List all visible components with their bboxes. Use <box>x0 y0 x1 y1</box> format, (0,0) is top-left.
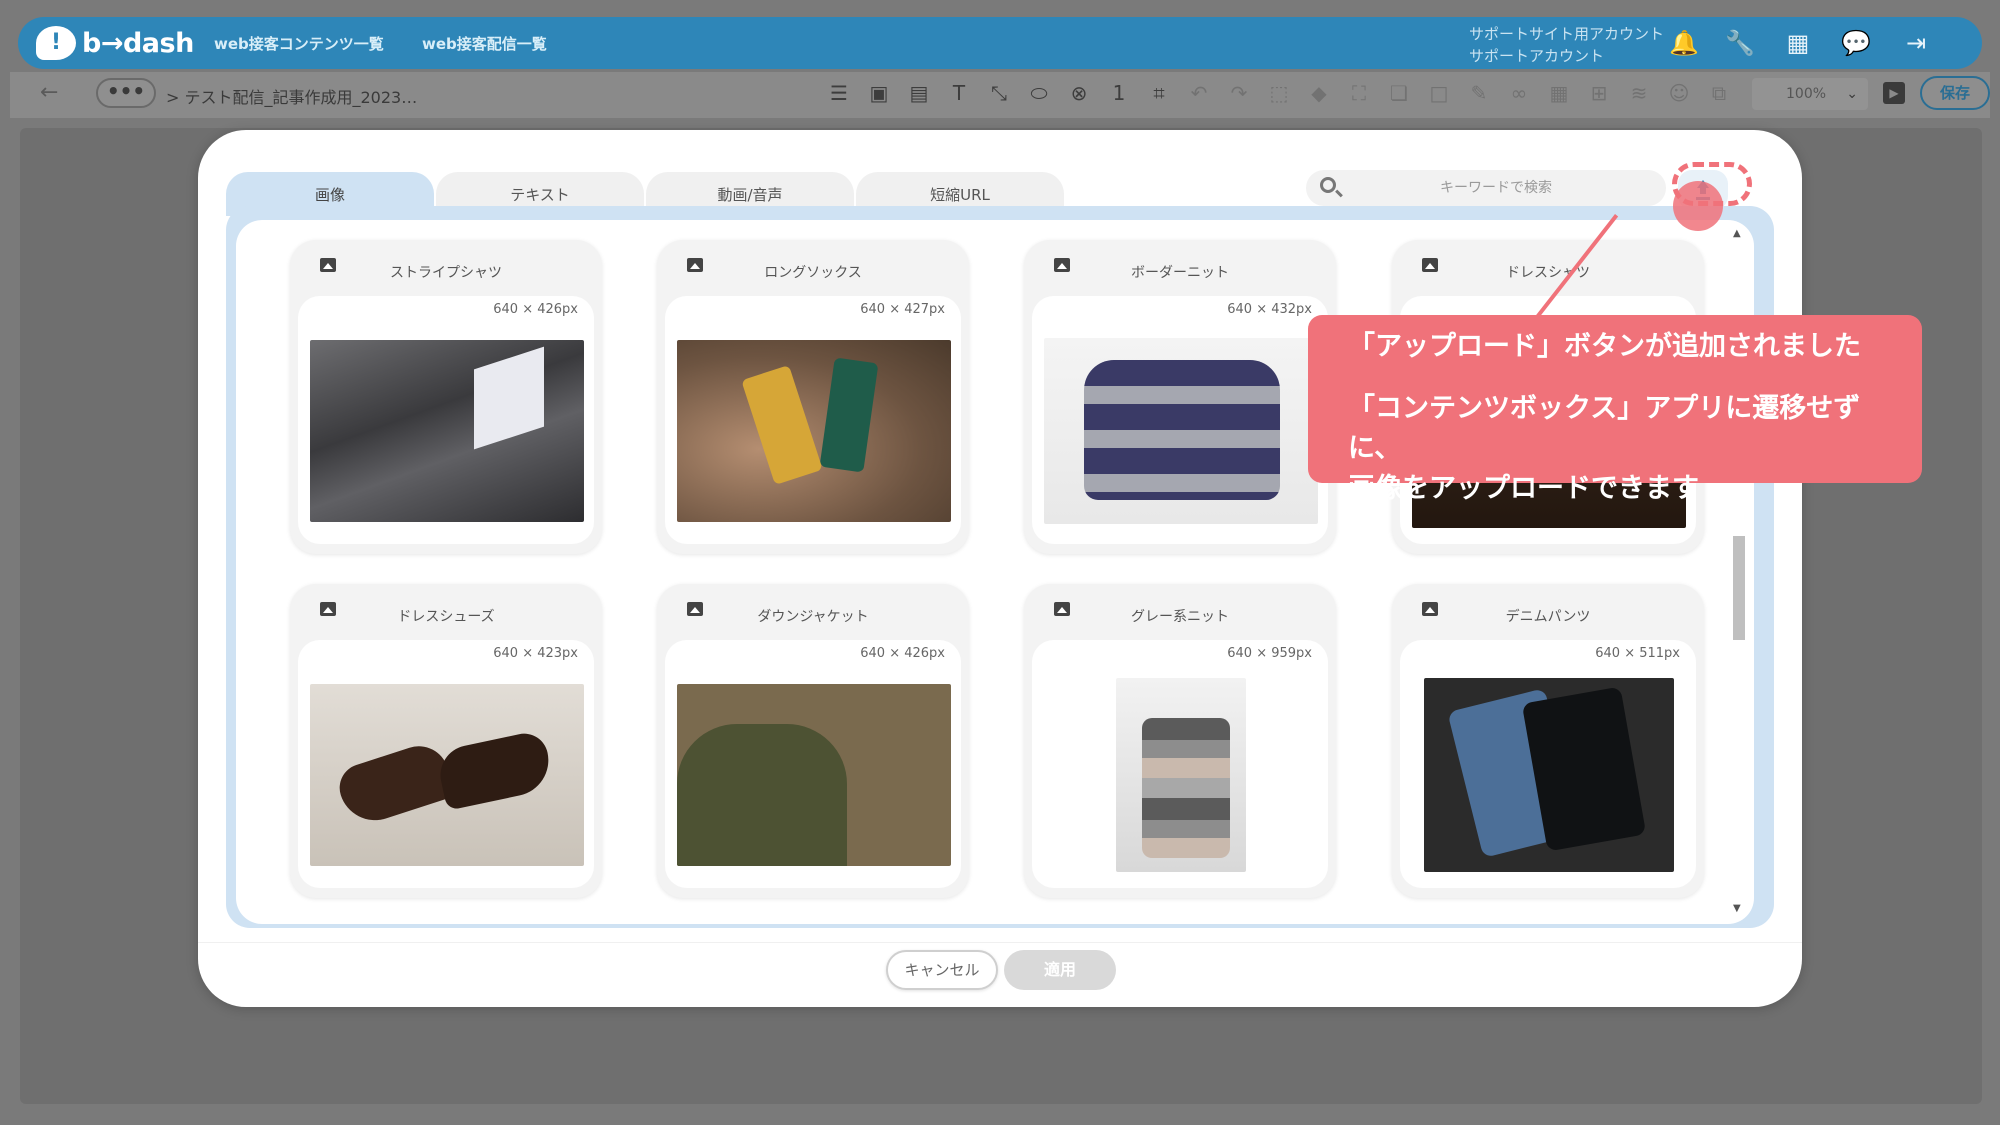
callout-body-line-1: 「コンテンツボックス」アプリに遷移せずに、 <box>1348 393 1861 464</box>
account-info[interactable]: サポートサイト用アカウント サポートアカウント <box>1469 23 1664 67</box>
notifications-bubble-icon[interactable]: 💬 <box>1840 27 1872 59</box>
card-dimensions: 640 × 426px <box>493 302 578 317</box>
callout-body-line-2: 画像をアップロードできます <box>1348 473 1699 504</box>
logo-text: b→dash <box>82 27 194 59</box>
resize-icon[interactable]: ⛶ <box>1346 80 1372 106</box>
video-icon[interactable]: ▤ <box>906 80 932 106</box>
card-thumbnail <box>1116 678 1246 872</box>
logo[interactable]: b→dash <box>36 25 194 61</box>
card-title: ロングソックス <box>764 265 862 281</box>
zoom-select[interactable]: 100% ⌄ <box>1752 78 1868 110</box>
image-card[interactable]: ドレスシューズ 640 × 423px <box>290 584 602 898</box>
bell-icon[interactable]: 🔔 <box>1668 27 1700 59</box>
users-icon[interactable]: ☺ <box>1666 80 1692 106</box>
callout-body: 「コンテンツボックス」アプリに遷移せずに、 画像をアップロードできます <box>1348 389 1882 509</box>
scroll-down-arrow-icon[interactable]: ▼ <box>1733 903 1741 914</box>
account-line-2: サポートアカウント <box>1468 47 1604 65</box>
table-icon[interactable]: ⊞ <box>1586 80 1612 106</box>
image-icon[interactable]: ▣ <box>866 80 892 106</box>
logout-icon[interactable]: ⇥ <box>1900 27 1932 59</box>
card-title: デニムパンツ <box>1505 609 1591 625</box>
nav-web-delivery-list[interactable]: web接客配信一覧 <box>422 33 547 54</box>
list-icon[interactable]: ☰ <box>826 80 852 106</box>
database-icon[interactable]: ≋ <box>1626 80 1652 106</box>
editor-toolbar: ← ••• > テスト配信_記事作成用_2023… ☰ ▣ ▤ T ⤡ ⬭ ⊗ … <box>10 72 1990 118</box>
tool-icons: ☰ ▣ ▤ T ⤡ ⬭ ⊗ 1 ⌗ ↶ ↷ ⬚ ◆ ⛶ ❏ □ ✎ ∞ ▦ ⊞ … <box>826 80 1732 106</box>
image-card[interactable]: ダウンジャケット 640 × 426px <box>657 584 969 898</box>
undo-icon[interactable]: ↶ <box>1186 80 1212 106</box>
card-dimensions: 640 × 423px <box>493 646 578 661</box>
zoom-value: 100% <box>1786 86 1827 102</box>
search-input[interactable] <box>1346 170 1646 206</box>
apps-grid-icon[interactable]: ▦ <box>1782 27 1814 59</box>
calendar-icon[interactable]: ▦ <box>1546 80 1572 106</box>
card-title: ボーダーニット <box>1131 265 1229 281</box>
preview-play-icon[interactable]: ▶ <box>1883 82 1905 104</box>
card-title: グレー系ニット <box>1131 609 1229 625</box>
breadcrumb: > テスト配信_記事作成用_2023… <box>166 88 418 107</box>
crop-icon[interactable]: ⌗ <box>1146 80 1172 106</box>
card-dimensions: 640 × 959px <box>1227 646 1312 661</box>
card-thumbnail <box>677 340 951 522</box>
image-card[interactable]: ロングソックス 640 × 427px <box>657 240 969 554</box>
redo-icon[interactable]: ↷ <box>1226 80 1252 106</box>
modal-footer-divider <box>198 942 1802 943</box>
card-thumbnail <box>1044 338 1318 524</box>
app-header: b→dash web接客コンテンツ一覧 web接客配信一覧 サポートサイト用アカ… <box>18 17 1982 69</box>
apply-button[interactable]: 適用 <box>1004 950 1116 990</box>
card-thumbnail <box>1424 678 1674 872</box>
search-icon <box>1320 177 1336 193</box>
link-icon[interactable]: ∞ <box>1506 80 1532 106</box>
card-dimensions: 640 × 426px <box>860 646 945 661</box>
account-line-1: サポートサイト用アカウント <box>1468 25 1664 43</box>
card-title: ドレスシャツ <box>1506 265 1590 281</box>
more-button[interactable]: ••• <box>96 78 156 108</box>
border-icon[interactable]: □ <box>1426 80 1452 106</box>
scroll-up-arrow-icon[interactable]: ▲ <box>1733 228 1741 239</box>
card-dimensions: 640 × 427px <box>860 302 945 317</box>
card-title: ドレスシューズ <box>397 609 495 625</box>
wrench-icon[interactable]: 🔧 <box>1724 27 1756 59</box>
scroll-thumb[interactable] <box>1733 536 1745 640</box>
button-element-icon[interactable]: ⬭ <box>1026 80 1052 106</box>
fill-icon[interactable]: ◆ <box>1306 80 1332 106</box>
card-thumbnail <box>310 684 584 866</box>
logo-icon <box>36 26 76 60</box>
pen-icon[interactable]: ✎ <box>1466 80 1492 106</box>
image-card[interactable]: グレー系ニット 640 × 959px <box>1024 584 1336 898</box>
copy-icon[interactable]: ⧉ <box>1706 80 1732 106</box>
card-title: ダウンジャケット <box>757 609 869 625</box>
card-dimensions: 640 × 511px <box>1595 646 1680 661</box>
card-thumbnail <box>677 684 951 866</box>
layer-number-icon[interactable]: 1 <box>1106 80 1132 106</box>
transform-icon[interactable]: ⬚ <box>1266 80 1292 106</box>
back-arrow-icon[interactable]: ← <box>40 80 58 105</box>
search-box <box>1306 170 1666 206</box>
card-title: ストライプシャツ <box>390 265 502 281</box>
image-card[interactable]: デニムパンツ 640 × 511px <box>1392 584 1704 898</box>
arrange-icon[interactable]: ❏ <box>1386 80 1412 106</box>
close-element-icon[interactable]: ⊗ <box>1066 80 1092 106</box>
cancel-button[interactable]: キャンセル <box>886 950 998 990</box>
nav-web-content-list[interactable]: web接客コンテンツ一覧 <box>214 33 384 54</box>
callout-heading: 「アップロード」ボタンが追加されました <box>1348 331 1861 362</box>
chevron-down-icon: ⌄ <box>1846 86 1858 102</box>
card-dimensions: 640 × 432px <box>1227 302 1312 317</box>
text-icon[interactable]: T <box>946 80 972 106</box>
connector-icon[interactable]: ⤡ <box>986 80 1012 106</box>
content-picker-modal: 画像 テキスト 動画/音声 短縮URL ストライプシャツ 640 × 426px… <box>198 130 1802 1007</box>
image-card[interactable]: ボーダーニット 640 × 432px <box>1024 240 1336 554</box>
card-thumbnail <box>310 340 584 522</box>
annotation-callout: 「アップロード」ボタンが追加されました 「コンテンツボックス」アプリに遷移せずに… <box>1308 315 1922 504</box>
callout-pointer-dot <box>1673 181 1723 231</box>
save-button[interactable]: 保存 <box>1920 76 1990 110</box>
image-card[interactable]: ストライプシャツ 640 × 426px <box>290 240 602 554</box>
